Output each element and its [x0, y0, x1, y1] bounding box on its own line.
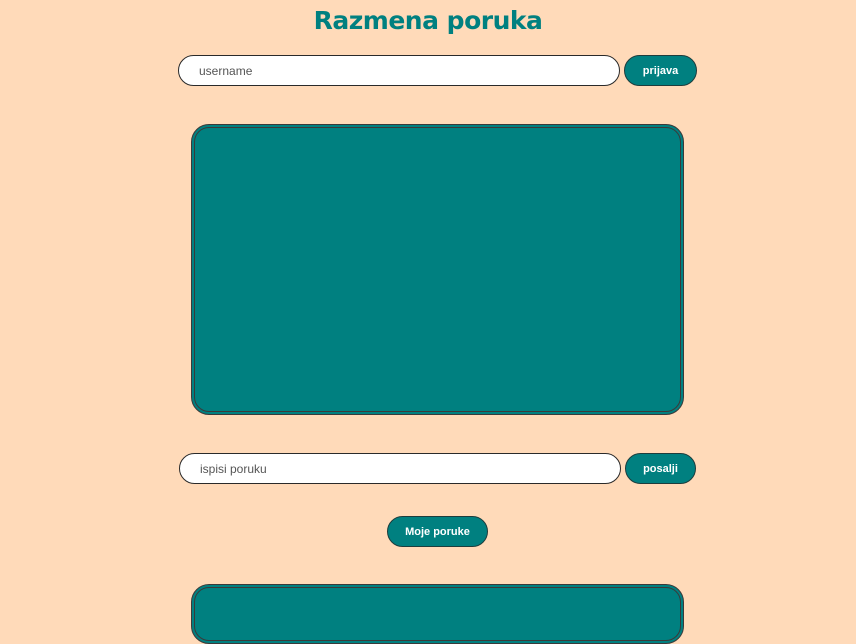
message-input[interactable]	[179, 453, 621, 484]
chat-messages-box	[191, 124, 684, 415]
my-messages-button[interactable]: Moje poruke	[387, 516, 488, 547]
send-button[interactable]: posalji	[625, 453, 696, 484]
username-input[interactable]	[178, 55, 620, 86]
page-title: Razmena poruka	[313, 6, 543, 35]
login-button[interactable]: prijava	[624, 55, 697, 86]
my-messages-box	[191, 584, 684, 644]
